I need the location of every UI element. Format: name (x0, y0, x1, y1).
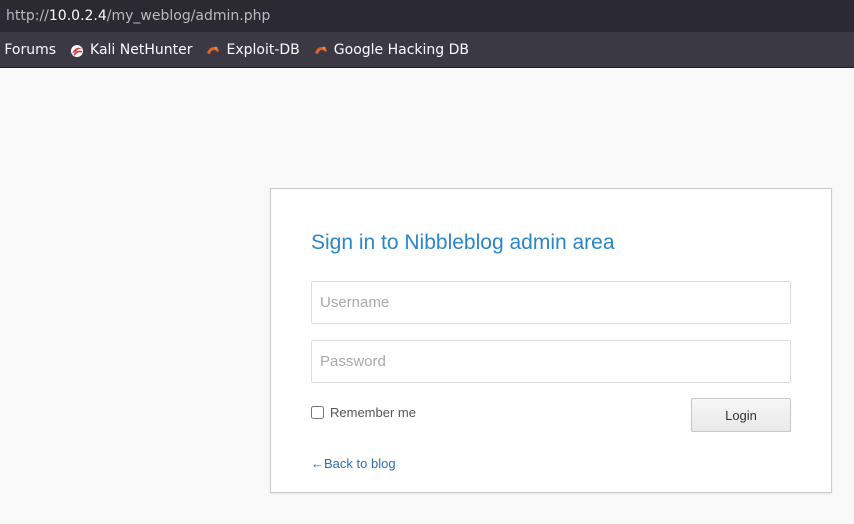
nethunter-icon (70, 44, 84, 57)
login-panel: Sign in to Nibbleblog admin area Remembe… (270, 188, 832, 493)
exploit-db-icon (206, 44, 220, 56)
bookmark-label: Google Hacking DB (333, 41, 469, 58)
address-bar[interactable]: http://10.0.2.4/my_weblog/admin.php (0, 0, 854, 32)
back-to-blog-link[interactable]: ←Back to blog (311, 456, 396, 471)
bookmark-label: i Forums (0, 41, 57, 58)
bookmark-exploit-db[interactable]: Exploit-DB (206, 41, 300, 58)
bookmark-google-hacking-db[interactable]: Google Hacking DB (314, 42, 469, 58)
remember-me-label[interactable]: Remember me (330, 405, 416, 420)
bookmarks-toolbar: i Forums Kali NetHunter Exploit-DB Googl… (0, 32, 854, 68)
url-path: /my_weblog/admin.php (106, 8, 271, 24)
bookmark-label: Kali NetHunter (90, 41, 193, 58)
bookmark-label: Exploit-DB (226, 41, 300, 58)
exploit-db-icon (314, 44, 328, 56)
page-content: Sign in to Nibbleblog admin area Remembe… (0, 68, 854, 524)
url-host: 10.0.2.4 (48, 8, 107, 24)
username-field[interactable] (311, 281, 791, 324)
bookmark-kali-forums[interactable]: i Forums (0, 42, 56, 58)
password-field[interactable] (311, 340, 791, 383)
remember-me-checkbox[interactable] (311, 406, 324, 419)
url-scheme: http:// (6, 8, 49, 24)
login-button[interactable]: Login (691, 398, 791, 432)
bookmark-kali-nethunter[interactable]: Kali NetHunter (70, 42, 192, 58)
login-title: Sign in to Nibbleblog admin area (311, 231, 615, 254)
